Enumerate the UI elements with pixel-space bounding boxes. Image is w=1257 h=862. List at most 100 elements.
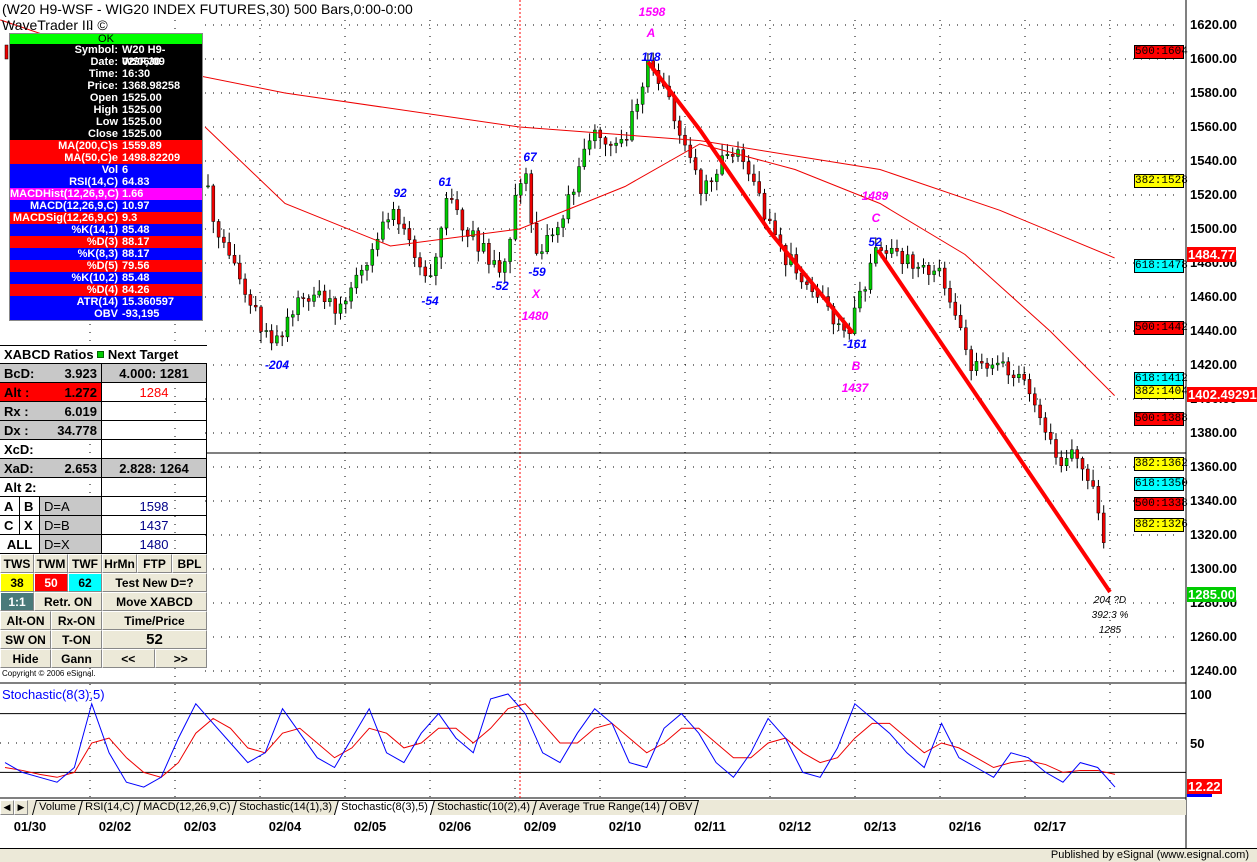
xad-value: 2.653 <box>64 460 97 476</box>
candle-body <box>958 315 963 328</box>
date-label: 02/16 <box>948 819 982 834</box>
candle-body <box>4 44 9 60</box>
candle-body <box>1101 512 1106 543</box>
date-label: 02/05 <box>353 819 387 834</box>
ratio-1-1-button[interactable]: 1:1 <box>0 592 34 611</box>
c-price-label: 1489 <box>861 189 889 203</box>
study-tab[interactable]: Average True Range(14) <box>531 800 667 815</box>
candle-body <box>953 301 958 316</box>
candle-body <box>736 149 740 157</box>
candle-body <box>587 140 592 150</box>
ma50-line <box>204 126 1115 396</box>
d-price-label: 1285 <box>1098 625 1122 636</box>
ok-button[interactable]: OK <box>10 34 202 45</box>
date-label: 02/13 <box>863 819 897 834</box>
study-tab[interactable]: MACD(12,26,9,C) <box>135 800 238 815</box>
data-row: %D(3) 88.17 <box>10 236 202 248</box>
candle-body <box>704 180 708 194</box>
price-axis-label: 1380.00 <box>1190 425 1237 440</box>
candle-body <box>211 185 216 222</box>
study-tab[interactable]: RSI(14,C) <box>77 800 141 815</box>
date-label: 02/03 <box>183 819 217 834</box>
candle-body <box>518 183 523 196</box>
chart-title: (W20 H9-WSF - WIG20 INDEX FUTURES,30) 50… <box>2 1 413 17</box>
candle-body <box>1033 393 1037 406</box>
candle-body <box>370 249 375 266</box>
tws-button[interactable]: TWS <box>0 554 34 573</box>
date-label: 01/30 <box>13 819 47 834</box>
next-button[interactable]: >> <box>154 649 207 668</box>
study-tab[interactable]: Stochastic(10(2),4) <box>429 800 537 815</box>
hide-button[interactable]: Hide <box>0 649 51 668</box>
price-axis-label: 1520.00 <box>1190 187 1237 202</box>
twm-button[interactable]: TWM <box>34 554 68 573</box>
candle-body <box>391 209 396 221</box>
candle-body <box>1086 468 1090 481</box>
candle-body <box>598 129 602 138</box>
point-c-button[interactable]: C <box>0 516 20 534</box>
gann-button[interactable]: Gann <box>51 649 102 668</box>
retr-on-button[interactable]: Retr. ON <box>34 592 102 611</box>
move-xabcd-button[interactable]: Move XABCD <box>102 592 207 611</box>
test-new-d-button[interactable]: Test New D=? <box>102 573 207 592</box>
b-price-label: 1437 <box>841 381 869 395</box>
candle-body <box>397 209 401 225</box>
bpl-button[interactable]: BPL <box>172 554 207 573</box>
copyright: Copyright © 2006 eSignal. <box>2 669 96 678</box>
candle-body <box>566 194 571 220</box>
data-row: %D(5) 79.56 <box>10 260 202 272</box>
point-x-button[interactable]: X <box>20 516 40 534</box>
candle-body <box>932 270 936 275</box>
point-a-button[interactable]: A <box>0 497 20 515</box>
rx-on-button[interactable]: Rx-ON <box>51 611 102 630</box>
hrmn-button[interactable]: HrMn <box>102 554 137 573</box>
date-label: 02/09 <box>523 819 557 834</box>
point-b-button[interactable]: B <box>20 497 40 515</box>
candle-body <box>762 192 767 220</box>
study-tab[interactable]: OBV <box>661 800 699 815</box>
time-price-button[interactable]: Time/Price <box>102 611 207 630</box>
bcd-value: 3.923 <box>64 365 97 381</box>
data-row: Low 1525.00 <box>10 116 202 128</box>
stoch-axis-100: 100 <box>1190 687 1212 702</box>
candle-body <box>969 349 973 371</box>
scroll-right-icon[interactable]: ▶ <box>14 800 28 815</box>
candle-body <box>980 361 984 364</box>
twf-button[interactable]: TWF <box>68 554 102 573</box>
data-row: RSI(14,C) 64.83 <box>10 176 202 188</box>
candle-body <box>476 230 481 252</box>
data-label: %D(3) <box>86 236 118 248</box>
candle-body <box>402 223 406 229</box>
sw-on-button[interactable]: SW ON <box>0 630 51 649</box>
t-on-button[interactable]: T-ON <box>51 630 102 649</box>
b-point-label: B <box>851 359 861 373</box>
ftp-button[interactable]: FTP <box>137 554 172 573</box>
date-label: 02/11 <box>694 819 726 834</box>
candle-body <box>577 166 581 193</box>
fib-50-button[interactable]: 50 <box>34 573 68 592</box>
scroll-left-icon[interactable]: ◀ <box>0 800 14 815</box>
candle-body <box>216 221 221 238</box>
prev-button[interactable]: << <box>102 649 155 668</box>
study-tab[interactable]: Stochastic(8(3),5) <box>333 800 435 815</box>
candle-body <box>1054 439 1058 458</box>
data-label: MA(200,C)s <box>58 140 118 152</box>
data-label: MACDSig(12,26,9,C) <box>12 212 118 224</box>
fib-38-button[interactable]: 38 <box>0 573 34 592</box>
candle-body <box>428 275 433 277</box>
tab-label: Stochastic(10(2),4) <box>436 801 530 813</box>
data-label: %D(4) <box>86 284 118 296</box>
candle-body <box>942 267 947 289</box>
fib-62-button[interactable]: 62 <box>68 573 102 592</box>
candle-body <box>534 222 539 254</box>
next-target-header: Next Target <box>107 347 179 362</box>
study-tab[interactable]: Volume <box>31 800 83 815</box>
data-value: 64.83 <box>122 176 150 188</box>
candle-body <box>1038 404 1042 419</box>
dx-label: Dx : <box>4 422 29 438</box>
candle-body <box>423 266 428 277</box>
candle-body <box>349 287 353 302</box>
all-button[interactable]: ALL <box>0 535 40 553</box>
study-tab[interactable]: Stochastic(14(1),3) <box>232 800 339 815</box>
alt-on-button[interactable]: Alt-ON <box>0 611 51 630</box>
